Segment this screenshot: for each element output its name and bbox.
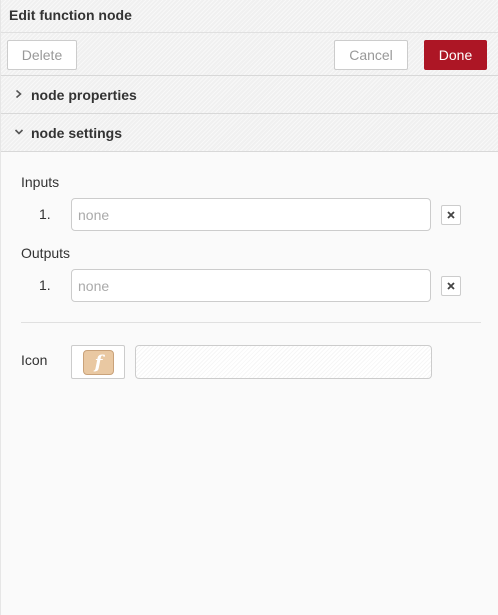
- chevron-down-icon: [13, 125, 25, 139]
- close-icon: [447, 211, 455, 219]
- input-label-field[interactable]: [71, 198, 431, 231]
- section-node-settings[interactable]: node settings: [1, 114, 498, 152]
- outputs-label: Outputs: [21, 245, 71, 261]
- inputs-label: Inputs: [21, 174, 60, 190]
- icon-picker-button[interactable]: f: [71, 345, 125, 379]
- tray-toolbar: Delete Cancel Done: [1, 33, 498, 76]
- edit-tray: Edit function node Delete Cancel Done no…: [0, 0, 498, 615]
- delete-button[interactable]: Delete: [7, 40, 77, 70]
- node-settings-content: Inputs 1. Outputs 1. Icon f: [1, 152, 498, 612]
- input-row-number: 1.: [39, 206, 51, 222]
- remove-input-button[interactable]: [441, 205, 461, 225]
- section-label: node properties: [31, 87, 137, 103]
- remove-output-button[interactable]: [441, 276, 461, 296]
- section-label: node settings: [31, 125, 123, 141]
- cancel-button[interactable]: Cancel: [334, 40, 408, 70]
- close-icon: [447, 282, 455, 290]
- section-node-properties[interactable]: node properties: [1, 76, 498, 114]
- done-button[interactable]: Done: [424, 40, 487, 70]
- icon-name-field[interactable]: [135, 345, 432, 379]
- tray-title: Edit function node: [1, 0, 498, 33]
- function-icon: f: [83, 350, 114, 375]
- output-label-field[interactable]: [71, 269, 431, 302]
- icon-label: Icon: [21, 352, 48, 368]
- output-row-number: 1.: [39, 277, 51, 293]
- divider: [21, 322, 481, 323]
- function-icon-glyph: f: [94, 352, 103, 373]
- chevron-right-icon: [13, 87, 25, 101]
